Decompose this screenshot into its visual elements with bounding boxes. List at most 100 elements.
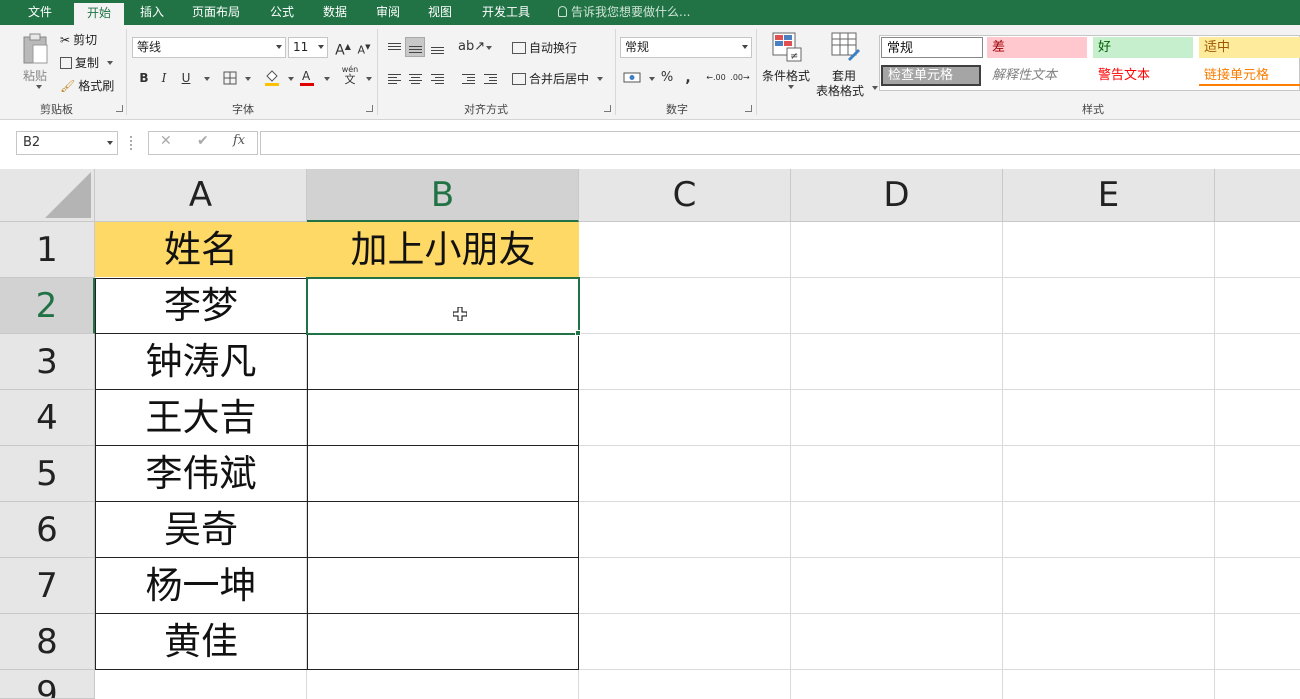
- column-header-c[interactable]: C: [579, 169, 791, 222]
- row-header-3[interactable]: 3: [0, 334, 95, 390]
- row-header-1[interactable]: 1: [0, 222, 95, 278]
- clipboard-launcher-icon[interactable]: [116, 105, 123, 112]
- align-left-button[interactable]: [384, 68, 404, 88]
- row-header-7[interactable]: 7: [0, 558, 95, 614]
- row-header-4[interactable]: 4: [0, 390, 95, 446]
- group-divider: [615, 29, 616, 115]
- orientation-button[interactable]: ab↗: [458, 37, 485, 57]
- bold-button[interactable]: B: [134, 68, 154, 88]
- chevron-down-icon[interactable]: [872, 86, 878, 90]
- align-right-button[interactable]: [427, 68, 447, 88]
- splitter-handle[interactable]: [130, 136, 132, 150]
- style-warning[interactable]: 警告文本: [1093, 65, 1193, 86]
- grow-font-button[interactable]: A▲: [333, 37, 353, 59]
- format-as-table-button[interactable]: 套用 表格格式: [814, 31, 876, 98]
- font-launcher-icon[interactable]: [366, 105, 373, 112]
- chevron-down-icon[interactable]: [245, 77, 251, 81]
- increase-indent-button[interactable]: [480, 68, 500, 88]
- comma-button[interactable]: ,: [678, 68, 698, 88]
- shrink-font-button[interactable]: A▼: [354, 37, 374, 57]
- column-header-a[interactable]: A: [95, 169, 307, 222]
- number-format-dropdown[interactable]: 常规: [620, 37, 752, 58]
- chevron-down-icon[interactable]: [288, 77, 294, 81]
- formula-input[interactable]: [260, 131, 1300, 155]
- align-middle-button[interactable]: [405, 37, 425, 57]
- chevron-down-icon[interactable]: [649, 77, 655, 81]
- align-center-button[interactable]: [405, 68, 425, 88]
- tab-review[interactable]: 审阅: [366, 0, 410, 25]
- align-bottom-button[interactable]: [427, 37, 447, 57]
- accounting-format-button[interactable]: [622, 68, 642, 88]
- decrease-decimal-button[interactable]: .00→: [730, 68, 750, 88]
- tab-formulas[interactable]: 公式: [258, 0, 306, 25]
- style-linked-cell[interactable]: 链接单元格: [1199, 65, 1300, 86]
- italic-button[interactable]: I: [154, 68, 174, 88]
- table-border: [95, 389, 579, 390]
- select-all-button[interactable]: [0, 169, 95, 222]
- font-name-dropdown[interactable]: 等线: [132, 37, 286, 58]
- copy-button[interactable]: 复制: [60, 54, 114, 71]
- style-check-cell[interactable]: 检查单元格: [881, 65, 981, 86]
- tab-page-layout[interactable]: 页面布局: [184, 0, 248, 25]
- chevron-down-icon[interactable]: [486, 46, 492, 50]
- format-painter-button[interactable]: 🖌 格式刷: [60, 77, 114, 94]
- chevron-down-icon[interactable]: [204, 77, 210, 81]
- active-cell-b2[interactable]: [306, 277, 580, 335]
- font-color-button[interactable]: A: [297, 68, 317, 88]
- ribbon: 粘贴 ✂ 剪切 复制 🖌 格式刷 剪贴板 等线 11 A▲ A▼ B I U A w…: [0, 25, 1300, 120]
- style-neutral[interactable]: 适中: [1199, 37, 1300, 58]
- row-header-9[interactable]: 9: [0, 670, 95, 699]
- row-header-5[interactable]: 5: [0, 446, 95, 502]
- column-header-b[interactable]: B: [307, 169, 579, 222]
- fill-handle[interactable]: [575, 330, 581, 336]
- style-bad[interactable]: 差: [987, 37, 1087, 58]
- alignment-launcher-icon[interactable]: [604, 105, 611, 112]
- tell-me-search[interactable]: 告诉我您想要做什么...: [558, 0, 690, 25]
- borders-button[interactable]: [220, 68, 240, 88]
- cancel-icon[interactable]: ✕: [160, 133, 172, 149]
- tab-file[interactable]: 文件: [16, 0, 64, 25]
- row-header-6[interactable]: 6: [0, 502, 95, 558]
- align-center-icon: [408, 73, 422, 84]
- column-header-f[interactable]: [1215, 169, 1300, 222]
- select-all-icon: [45, 172, 91, 218]
- column-header-d[interactable]: D: [791, 169, 1003, 222]
- cell-b1[interactable]: 加上小朋友: [307, 222, 579, 278]
- tab-data[interactable]: 数据: [312, 0, 358, 25]
- enter-icon[interactable]: ✔: [197, 133, 209, 149]
- merge-cells-icon: [512, 72, 526, 85]
- style-normal[interactable]: 常规: [881, 37, 983, 58]
- paste-button[interactable]: 粘贴: [18, 31, 54, 91]
- style-explanatory[interactable]: 解释性文本: [987, 65, 1087, 86]
- table-border: [95, 445, 579, 446]
- column-header-e[interactable]: E: [1003, 169, 1215, 222]
- underline-button[interactable]: U: [176, 68, 196, 88]
- align-top-button[interactable]: [384, 37, 404, 57]
- merge-center-button[interactable]: 合并后居中: [512, 70, 604, 87]
- chevron-down-icon[interactable]: [366, 77, 372, 81]
- phonetic-button[interactable]: wén 文: [340, 65, 360, 85]
- group-divider: [126, 29, 127, 115]
- wrap-text-button[interactable]: 自动换行: [512, 39, 577, 56]
- decrease-indent-button[interactable]: [458, 68, 478, 88]
- tab-developer[interactable]: 开发工具: [470, 0, 542, 25]
- table-border: [307, 278, 308, 670]
- chevron-down-icon: [107, 60, 114, 65]
- style-good[interactable]: 好: [1093, 37, 1193, 58]
- tab-home[interactable]: 开始: [74, 3, 124, 25]
- number-launcher-icon[interactable]: [745, 105, 752, 112]
- percent-button[interactable]: %: [657, 68, 677, 88]
- name-box[interactable]: B2: [16, 131, 118, 155]
- insert-function-icon[interactable]: fx: [233, 133, 245, 148]
- fill-color-button[interactable]: [262, 68, 282, 88]
- chevron-down-icon[interactable]: [324, 77, 330, 81]
- cell-a1[interactable]: 姓名: [95, 222, 307, 278]
- conditional-formatting-button[interactable]: ≠ 条件格式: [760, 31, 814, 95]
- cut-button[interactable]: ✂ 剪切: [60, 31, 97, 48]
- tab-insert[interactable]: 插入: [130, 0, 174, 25]
- row-header-8[interactable]: 8: [0, 614, 95, 670]
- increase-decimal-button[interactable]: ←.00: [706, 68, 726, 88]
- tab-view[interactable]: 视图: [418, 0, 462, 25]
- font-size-dropdown[interactable]: 11: [288, 37, 328, 58]
- row-header-2[interactable]: 2: [0, 278, 95, 334]
